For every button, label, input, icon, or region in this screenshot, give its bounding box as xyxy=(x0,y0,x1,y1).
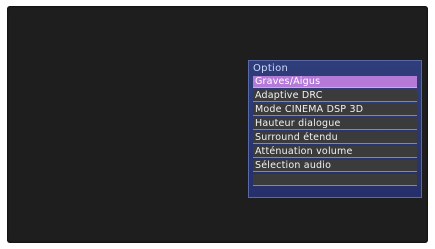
menu-item-surround-etendu[interactable]: Surround étendu xyxy=(253,132,417,144)
menu-item-selection-audio[interactable]: Sélection audio xyxy=(253,160,417,172)
menu-list: Graves/Aigus Adaptive DRC Mode CINEMA DS… xyxy=(253,76,417,188)
menu-item-mode-cinema-dsp-3d[interactable]: Mode CINEMA DSP 3D xyxy=(253,104,417,116)
tv-screen: Option Graves/Aigus Adaptive DRC Mode CI… xyxy=(7,6,428,243)
menu-title: Option xyxy=(253,63,289,74)
menu-item-graves-aigus[interactable]: Graves/Aigus xyxy=(253,76,417,88)
option-menu: Option Graves/Aigus Adaptive DRC Mode CI… xyxy=(248,60,422,198)
menu-item-hauteur-dialogue[interactable]: Hauteur dialogue xyxy=(253,118,417,130)
menu-item-attenuation-volume[interactable]: Atténuation volume xyxy=(253,146,417,158)
menu-item-empty xyxy=(253,174,417,186)
menu-item-adaptive-drc[interactable]: Adaptive DRC xyxy=(253,90,417,102)
tv-frame: Option Graves/Aigus Adaptive DRC Mode CI… xyxy=(0,0,435,249)
